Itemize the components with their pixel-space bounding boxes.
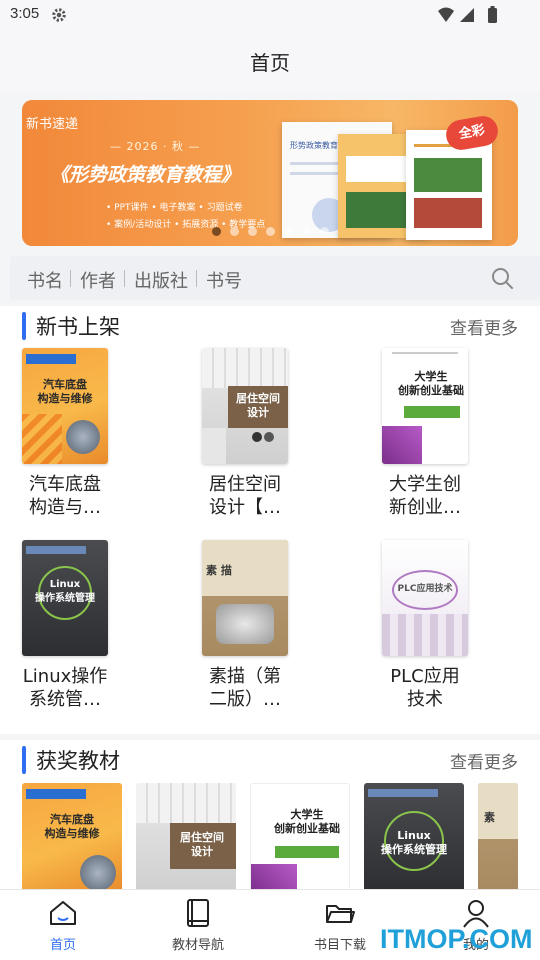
book-cover: 素 描 <box>202 540 288 656</box>
book-cover: 居住空间 设计 <box>202 348 288 464</box>
pager-dot[interactable] <box>212 227 221 236</box>
see-more-link[interactable]: 查看更多 <box>450 314 518 339</box>
book-title: 大学生创 新创业… <box>389 474 461 518</box>
settings-gear-icon <box>52 8 66 22</box>
cover-title: PLC应用技术 <box>397 584 453 594</box>
book-title: PLC应用 技术 <box>390 666 460 710</box>
cover-title: 大学生 创新创业基础 <box>398 370 464 397</box>
search-by-author[interactable]: 作者 <box>80 267 116 293</box>
pager-dot[interactable] <box>284 227 293 236</box>
pager-dot[interactable] <box>266 227 275 236</box>
section-accent <box>22 312 26 340</box>
search-by-isbn[interactable]: 书号 <box>206 267 242 293</box>
book-cover: 汽车底盘 构造与维修 <box>22 348 108 464</box>
cover-title: 素 <box>484 811 495 824</box>
title-bar: 首页 <box>0 30 540 92</box>
pager-dot[interactable] <box>248 227 257 236</box>
status-time: 3:05 <box>10 5 40 22</box>
book-title: 汽车底盘 构造与… <box>29 474 101 518</box>
banner-features-1: • PPT课件 • 电子教案 • 习题试卷 <box>106 203 243 213</box>
pager-dot[interactable] <box>320 227 329 236</box>
section-accent <box>22 746 26 774</box>
cover-title: 汽车底盘 构造与维修 <box>44 813 100 840</box>
signal-icon <box>460 8 474 22</box>
banner-tag: 新书速递 <box>26 117 79 132</box>
banner-year: — 2026 · 秋 — <box>110 140 201 153</box>
pager-dot[interactable] <box>230 227 239 236</box>
tab-label: 教材导航 <box>171 938 224 953</box>
divider <box>196 270 197 287</box>
cover-title: Linux 操作系统管理 <box>381 829 447 856</box>
home-icon <box>50 901 76 925</box>
divider <box>124 270 125 287</box>
search-by-title[interactable]: 书名 <box>27 267 63 293</box>
pager-dot[interactable] <box>302 227 311 236</box>
cover-title: 大学生 创新创业基础 <box>274 808 340 835</box>
watermark: ITMOP.COM <box>380 924 533 954</box>
tab-textbook-nav[interactable]: 教材导航 <box>148 890 248 960</box>
cover-title: 居住空间 设计 <box>180 831 224 858</box>
award-book-cover[interactable]: 大学生 创新创业基础 <box>250 783 350 890</box>
tab-home[interactable]: 首页 <box>13 890 113 960</box>
section-title: 获奖教材 <box>36 749 120 773</box>
book-icon <box>187 899 209 927</box>
cover-title: Linux 操作系统管理 <box>35 579 95 604</box>
tab-label: 首页 <box>49 938 76 953</box>
book-title: Linux操作 系统管… <box>22 666 108 710</box>
book-title: 素描（第 二版）… <box>209 666 281 710</box>
wifi-icon <box>438 7 454 22</box>
tab-label: 书目下载 <box>313 938 366 953</box>
award-book-cover[interactable]: 居住空间 设计 <box>136 783 236 890</box>
cover-title: 居住空间 设计 <box>236 392 280 419</box>
search-icon[interactable] <box>490 266 514 290</box>
book-cover: 大学生 创新创业基础 <box>382 348 468 464</box>
award-books-section: 获奖教材 查看更多 汽车底盘 构造与维修 居住空间 设计 大学生 创新创业基础 … <box>0 740 540 890</box>
cover-title: 素 描 <box>206 564 232 577</box>
banner-pager[interactable] <box>212 227 332 237</box>
award-book-cover[interactable]: Linux 操作系统管理 <box>364 783 464 890</box>
tab-catalog-download[interactable]: 书目下载 <box>290 890 390 960</box>
cover-title: 汽车底盘 构造与维修 <box>37 378 93 405</box>
banner-headline: 《形势政策教育教程》 <box>50 164 241 186</box>
new-books-section: 新书上架 查看更多 汽车底盘 构造与维修 汽车底盘 构造与… 居住空间 设计 居… <box>0 306 540 734</box>
section-title: 新书上架 <box>36 315 120 339</box>
folder-icon <box>326 905 355 923</box>
book-cover: PLC应用技术 <box>382 540 468 656</box>
book-title: 居住空间 设计【… <box>209 474 281 518</box>
book-cover: Linux 操作系统管理 <box>22 540 108 656</box>
promo-banner[interactable]: 新书速递 — 2026 · 秋 — 《形势政策教育教程》 • PPT课件 • 电… <box>22 100 518 246</box>
see-more-link[interactable]: 查看更多 <box>450 748 518 773</box>
battery-icon <box>488 8 497 23</box>
divider <box>70 270 71 287</box>
search-by-publisher[interactable]: 出版社 <box>134 267 188 293</box>
award-book-cover[interactable]: 汽车底盘 构造与维修 <box>22 783 122 890</box>
award-book-cover[interactable]: 素 <box>478 783 518 890</box>
page-title: 首页 <box>250 53 290 75</box>
search-bar[interactable]: 书名 作者 出版社 书号 <box>10 256 540 300</box>
status-bar: 3:05 <box>0 0 540 30</box>
status-icons <box>438 6 497 23</box>
